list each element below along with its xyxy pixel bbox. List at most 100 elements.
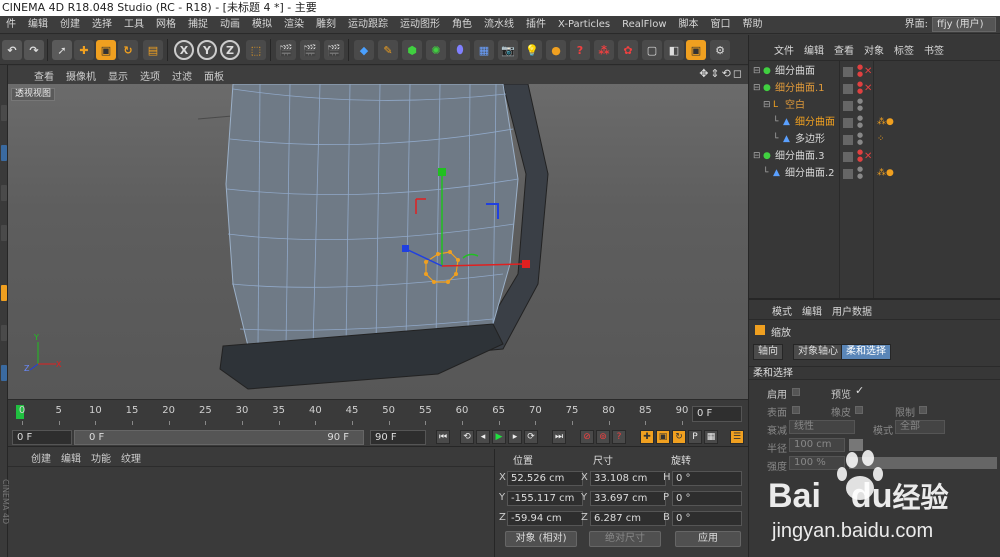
radius-field[interactable]: 100 cm: [789, 438, 845, 452]
palette-button[interactable]: [1, 185, 7, 201]
visibility-toggle-icon[interactable]: [843, 67, 853, 77]
floor-icon[interactable]: ▦: [474, 40, 494, 60]
render-picture-viewer-icon[interactable]: 🎬: [300, 40, 320, 60]
end-frame-field[interactable]: 90 F: [370, 430, 426, 445]
object-menu-item[interactable]: 查看: [829, 42, 859, 57]
play-icon[interactable]: ▶: [492, 430, 506, 444]
prev-key-icon[interactable]: ⟲: [460, 430, 474, 444]
menu-item[interactable]: 插件: [520, 16, 552, 34]
xparticles-icon[interactable]: ●: [546, 40, 566, 60]
light-icon[interactable]: 💡: [522, 40, 542, 60]
expand-toggle-icon[interactable]: └: [763, 165, 768, 182]
key-rotation-icon[interactable]: ↻: [672, 430, 686, 444]
visibility-toggle-icon[interactable]: [843, 152, 853, 162]
menu-item[interactable]: 角色: [446, 16, 478, 34]
object-row[interactable]: ⊟ ● 细分曲面.3 ● ● ✕: [749, 148, 1000, 165]
menu-item[interactable]: 运动图形: [394, 16, 446, 34]
size-field[interactable]: 6.287 cm: [590, 511, 666, 526]
material-menu-item[interactable]: 创建: [26, 450, 56, 465]
disable-x-icon[interactable]: ✕: [864, 63, 872, 80]
palette-button[interactable]: [1, 285, 7, 301]
prev-frame-icon[interactable]: ◂: [476, 430, 490, 444]
object-menu-item[interactable]: 编辑: [799, 42, 829, 57]
menu-item[interactable]: 模拟: [246, 16, 278, 34]
menu-item[interactable]: 工具: [118, 16, 150, 34]
limit-checkbox[interactable]: [919, 406, 927, 414]
rubber-checkbox[interactable]: [855, 406, 863, 414]
timeline-icon[interactable]: ☰: [730, 430, 744, 444]
visibility-toggle-icon[interactable]: [843, 169, 853, 179]
nurbs-icon[interactable]: ⬢: [402, 40, 422, 60]
array-icon[interactable]: ✺: [426, 40, 446, 60]
position-field[interactable]: -155.117 cm: [507, 491, 583, 506]
key-parameter-icon[interactable]: P: [688, 430, 702, 444]
menu-item[interactable]: RealFlow: [616, 16, 672, 34]
visibility-toggle-icon[interactable]: [843, 118, 853, 128]
layout-icon[interactable]: ▣: [686, 40, 706, 60]
emitter-icon[interactable]: ⁂: [594, 40, 614, 60]
render-view-icon[interactable]: 🎬: [276, 40, 296, 60]
material-menu-item[interactable]: 编辑: [56, 450, 86, 465]
size-field[interactable]: 33.108 cm: [590, 471, 666, 486]
material-menu-item[interactable]: 纹理: [116, 450, 146, 465]
menu-item[interactable]: 帮助: [737, 16, 769, 34]
size-field[interactable]: 33.697 cm: [590, 491, 666, 506]
editor-render-dots-icon[interactable]: ● ●: [857, 115, 863, 129]
menu-item[interactable]: 渲染: [278, 16, 310, 34]
menu-item[interactable]: X-Particles: [552, 16, 616, 34]
menu-item[interactable]: 捕捉: [182, 16, 214, 34]
script-icon[interactable]: ✿: [618, 40, 638, 60]
disable-x-icon[interactable]: ✕: [864, 148, 872, 165]
keyframe-selection-icon[interactable]: ?: [612, 430, 626, 444]
palette-button[interactable]: [1, 145, 7, 161]
expand-toggle-icon[interactable]: ⊟: [753, 63, 761, 80]
editor-render-dots-icon[interactable]: ● ●: [857, 81, 863, 95]
attribute-menu-item[interactable]: 模式: [767, 303, 797, 318]
palette-button[interactable]: [1, 325, 7, 341]
menu-item[interactable]: 运动跟踪: [342, 16, 394, 34]
attribute-menu-item[interactable]: 用户数据: [827, 303, 877, 318]
timeline-ruler[interactable]: 0 5 10 15 20 25 30 35 40 45 50 55 60 65 70 75 80 85 90: [16, 405, 694, 425]
coordinate-mode-select[interactable]: 对象 (相对): [505, 531, 577, 547]
editor-render-dots-icon[interactable]: ● ●: [857, 132, 863, 146]
rotate-icon[interactable]: ↻: [118, 40, 138, 60]
strength-slider[interactable]: [849, 457, 997, 469]
menu-item[interactable]: 流水线: [478, 16, 520, 34]
position-field[interactable]: 52.526 cm: [507, 471, 583, 486]
object-row[interactable]: └ ▲ 细分曲面.2 ● ● ⁂●: [749, 165, 1000, 182]
palette-button[interactable]: [1, 105, 7, 121]
deformer-icon[interactable]: ⬮: [450, 40, 470, 60]
attribute-tab[interactable]: 对象轴心: [793, 344, 843, 360]
object-menu-item[interactable]: 对象: [859, 42, 889, 57]
coordinate-system-icon[interactable]: ⬚: [246, 40, 266, 60]
palette-button[interactable]: [1, 365, 7, 381]
scale-icon[interactable]: ▣: [96, 40, 116, 60]
object-row[interactable]: ⊟ ● 细分曲面.1 ● ● ✕: [749, 80, 1000, 97]
strength-field[interactable]: 100 %: [789, 456, 845, 470]
cube-icon[interactable]: ◆: [354, 40, 374, 60]
perspective-viewport[interactable]: 透视视图 Y X Z: [8, 84, 748, 400]
record-icon[interactable]: ⊘: [580, 430, 594, 444]
viewport-menu-item[interactable]: 选项: [134, 68, 166, 83]
key-position-icon[interactable]: ✚: [640, 430, 654, 444]
menu-item[interactable]: 件: [0, 16, 22, 34]
render-settings-icon[interactable]: 🎬: [324, 40, 344, 60]
enable-checkbox[interactable]: [792, 388, 800, 396]
tag-icon[interactable]: ⁂●: [877, 114, 894, 131]
camera-icon[interactable]: 📷: [498, 40, 518, 60]
undo-icon[interactable]: ↶: [2, 40, 22, 60]
material-menu-item[interactable]: 功能: [86, 450, 116, 465]
settings-icon[interactable]: ⚙: [710, 40, 730, 60]
menu-item[interactable]: 雕刻: [310, 16, 342, 34]
autokey-icon[interactable]: ⊚: [596, 430, 610, 444]
expand-toggle-icon[interactable]: └: [773, 131, 778, 148]
redo-icon[interactable]: ↷: [24, 40, 44, 60]
viewport-menu-item[interactable]: 面板: [198, 68, 230, 83]
object-menu-item[interactable]: 书签: [919, 42, 949, 57]
go-start-icon[interactable]: ⏮: [436, 430, 450, 444]
expand-toggle-icon[interactable]: ⊟: [753, 80, 761, 97]
go-end-icon[interactable]: ⏭: [552, 430, 566, 444]
object-menu-item[interactable]: 文件: [769, 42, 799, 57]
viewport-menu-item[interactable]: 摄像机: [60, 68, 102, 83]
menu-item[interactable]: 脚本: [673, 16, 705, 34]
